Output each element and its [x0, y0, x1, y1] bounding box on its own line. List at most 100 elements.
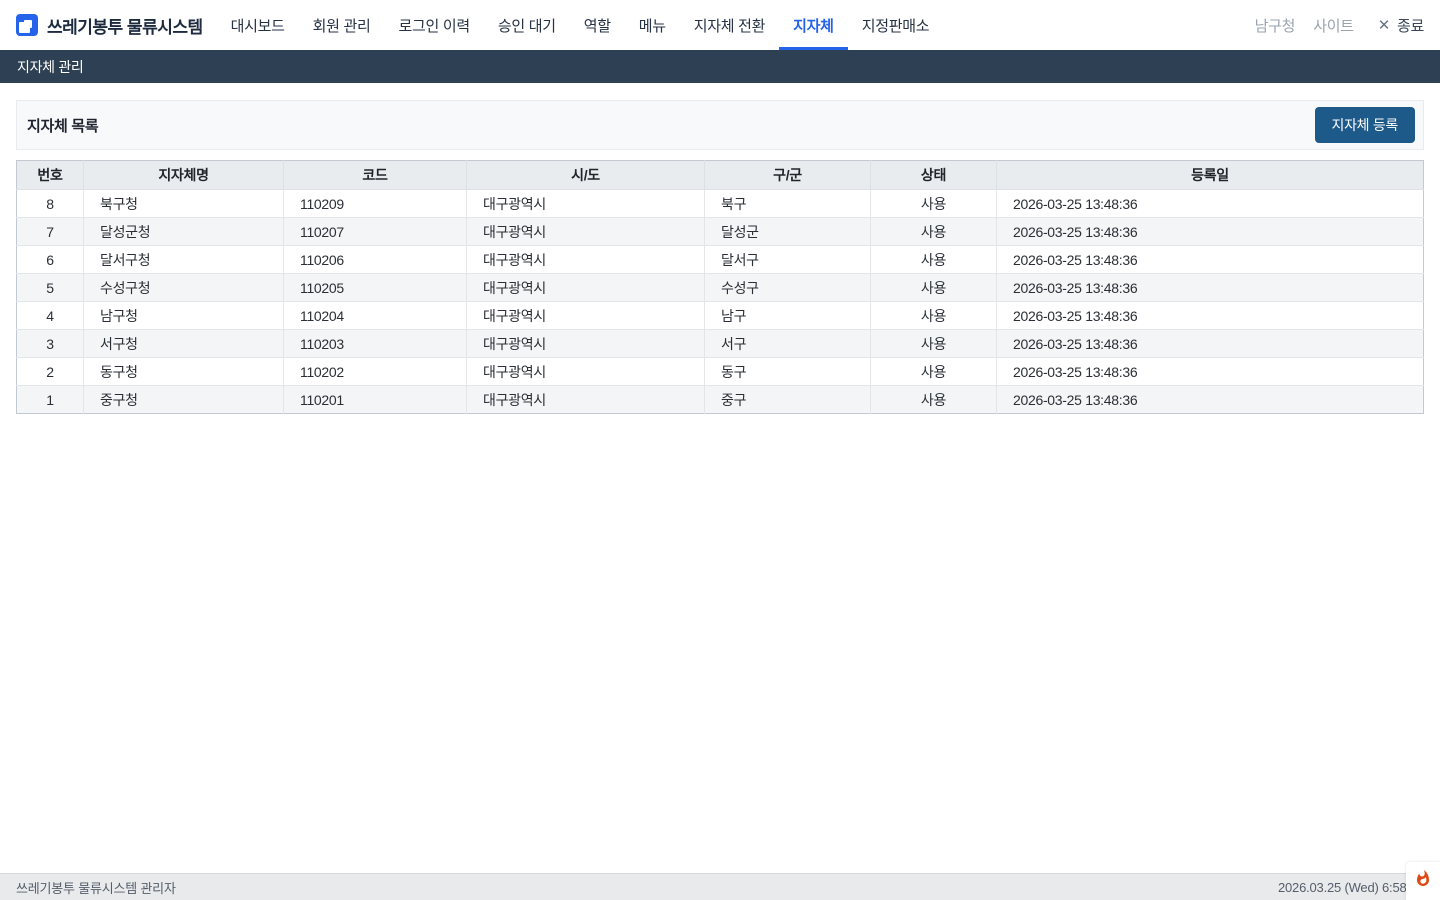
header-row: 번호지자체명코드시/도구/군상태등록일 [17, 161, 1424, 190]
table-cell: 사용 [871, 386, 997, 414]
table-cell: 북구청 [84, 190, 284, 218]
municipality-table: 번호지자체명코드시/도구/군상태등록일 8북구청110209대구광역시북구사용2… [16, 160, 1424, 414]
table-cell: 7 [17, 218, 84, 246]
table-cell: 대구광역시 [467, 190, 705, 218]
table-cell: 달서구청 [84, 246, 284, 274]
table-cell: 2026-03-25 13:48:36 [997, 302, 1424, 330]
column-header: 코드 [284, 161, 467, 190]
table-cell: 8 [17, 190, 84, 218]
table-cell: 동구 [705, 358, 871, 386]
page-title-bar: 지자체 관리 [0, 50, 1440, 83]
table-cell: 2 [17, 358, 84, 386]
table-cell: 110201 [284, 386, 467, 414]
table-cell: 남구청 [84, 302, 284, 330]
table-cell: 110206 [284, 246, 467, 274]
flame-icon [1414, 868, 1432, 894]
table-header: 번호지자체명코드시/도구/군상태등록일 [17, 161, 1424, 190]
table-row[interactable]: 2동구청110202대구광역시동구사용2026-03-25 13:48:36 [17, 358, 1424, 386]
table-cell: 대구광역시 [467, 386, 705, 414]
column-header: 번호 [17, 161, 84, 190]
table-cell: 사용 [871, 218, 997, 246]
register-button[interactable]: 지자체 등록 [1315, 107, 1416, 143]
site-link[interactable]: 사이트 [1313, 15, 1354, 36]
table-cell: 2026-03-25 13:48:36 [997, 218, 1424, 246]
nav-item-link[interactable]: 승인 대기 [484, 0, 570, 50]
table-cell: 대구광역시 [467, 246, 705, 274]
table-cell: 달성군청 [84, 218, 284, 246]
logout-label: 종료 [1397, 15, 1424, 36]
table-cell: 대구광역시 [467, 274, 705, 302]
table-cell: 2026-03-25 13:48:36 [997, 358, 1424, 386]
table-body: 8북구청110209대구광역시북구사용2026-03-25 13:48:367달… [17, 190, 1424, 414]
table-cell: 110207 [284, 218, 467, 246]
app-title: 쓰레기봉투 물류시스템 [47, 13, 203, 38]
table-cell: 110203 [284, 330, 467, 358]
list-panel-header: 지자체 목록 지자체 등록 [16, 100, 1424, 150]
table-cell: 동구청 [84, 358, 284, 386]
column-header: 등록일 [997, 161, 1424, 190]
table-row[interactable]: 6달서구청110206대구광역시달서구사용2026-03-25 13:48:36 [17, 246, 1424, 274]
table-cell: 110209 [284, 190, 467, 218]
table-cell: 중구 [705, 386, 871, 414]
column-header: 상태 [871, 161, 997, 190]
table-cell: 2026-03-25 13:48:36 [997, 246, 1424, 274]
table-row[interactable]: 4남구청110204대구광역시남구사용2026-03-25 13:48:36 [17, 302, 1424, 330]
page-title: 지자체 관리 [17, 57, 84, 77]
table-cell: 대구광역시 [467, 358, 705, 386]
table-cell: 4 [17, 302, 84, 330]
table-row[interactable]: 8북구청110209대구광역시북구사용2026-03-25 13:48:36 [17, 190, 1424, 218]
nav-item-link[interactable]: 메뉴 [625, 0, 680, 50]
nav-item-link[interactable]: 회원 관리 [299, 0, 385, 50]
table-cell: 2026-03-25 13:48:36 [997, 274, 1424, 302]
nav-item-link[interactable]: 지정판매소 [848, 0, 944, 50]
table-cell: 6 [17, 246, 84, 274]
table-cell: 2026-03-25 13:48:36 [997, 190, 1424, 218]
table-cell: 북구 [705, 190, 871, 218]
app-logo-icon [16, 14, 38, 36]
table-cell: 대구광역시 [467, 302, 705, 330]
footer-datetime: 2026.03.25 (Wed) 6:58:21 [1278, 880, 1424, 895]
table-cell: 중구청 [84, 386, 284, 414]
footer: 쓰레기봉투 물류시스템 관리자 2026.03.25 (Wed) 6:58:21 [0, 873, 1440, 900]
close-icon: ✕ [1378, 16, 1390, 34]
table-cell: 1 [17, 386, 84, 414]
nav-item-link[interactable]: 지자체 전환 [680, 0, 779, 50]
column-header: 지자체명 [84, 161, 284, 190]
table-row[interactable]: 1중구청110201대구광역시중구사용2026-03-25 13:48:36 [17, 386, 1424, 414]
current-org-label: 남구청 [1255, 15, 1296, 36]
table-row[interactable]: 7달성군청110207대구광역시달성군사용2026-03-25 13:48:36 [17, 218, 1424, 246]
table-cell: 달서구 [705, 246, 871, 274]
nav-item-link[interactable]: 대시보드 [217, 0, 299, 50]
table-cell: 사용 [871, 274, 997, 302]
table-cell: 남구 [705, 302, 871, 330]
table-cell: 서구청 [84, 330, 284, 358]
list-title: 지자체 목록 [27, 115, 98, 136]
nav-item-link[interactable]: 역할 [570, 0, 625, 50]
debug-toolbar-button[interactable] [1406, 862, 1440, 900]
nav-item-link[interactable]: 로그인 이력 [385, 0, 484, 50]
table-cell: 대구광역시 [467, 218, 705, 246]
table-row[interactable]: 5수성구청110205대구광역시수성구사용2026-03-25 13:48:36 [17, 274, 1424, 302]
table-cell: 수성구 [705, 274, 871, 302]
header-right: 남구청 사이트 ✕ 종료 [1255, 15, 1424, 36]
main-nav: 대시보드회원 관리로그인 이력승인 대기역할메뉴지자체 전환지자체지정판매소 [217, 0, 944, 50]
brand[interactable]: 쓰레기봉투 물류시스템 [16, 13, 203, 38]
nav-item-active[interactable]: 지자체 [779, 0, 848, 50]
logout-button[interactable]: ✕ 종료 [1378, 15, 1424, 36]
table-cell: 110202 [284, 358, 467, 386]
table-row[interactable]: 3서구청110203대구광역시서구사용2026-03-25 13:48:36 [17, 330, 1424, 358]
table-cell: 서구 [705, 330, 871, 358]
table-cell: 사용 [871, 302, 997, 330]
column-header: 구/군 [705, 161, 871, 190]
table-cell: 달성군 [705, 218, 871, 246]
table-cell: 사용 [871, 190, 997, 218]
footer-admin-label: 쓰레기봉투 물류시스템 관리자 [16, 878, 176, 897]
table-cell: 사용 [871, 330, 997, 358]
table-cell: 대구광역시 [467, 330, 705, 358]
table-cell: 110205 [284, 274, 467, 302]
table-cell: 2026-03-25 13:48:36 [997, 386, 1424, 414]
column-header: 시/도 [467, 161, 705, 190]
table-cell: 사용 [871, 358, 997, 386]
top-header: 쓰레기봉투 물류시스템 대시보드회원 관리로그인 이력승인 대기역할메뉴지자체 … [0, 0, 1440, 50]
table-cell: 5 [17, 274, 84, 302]
